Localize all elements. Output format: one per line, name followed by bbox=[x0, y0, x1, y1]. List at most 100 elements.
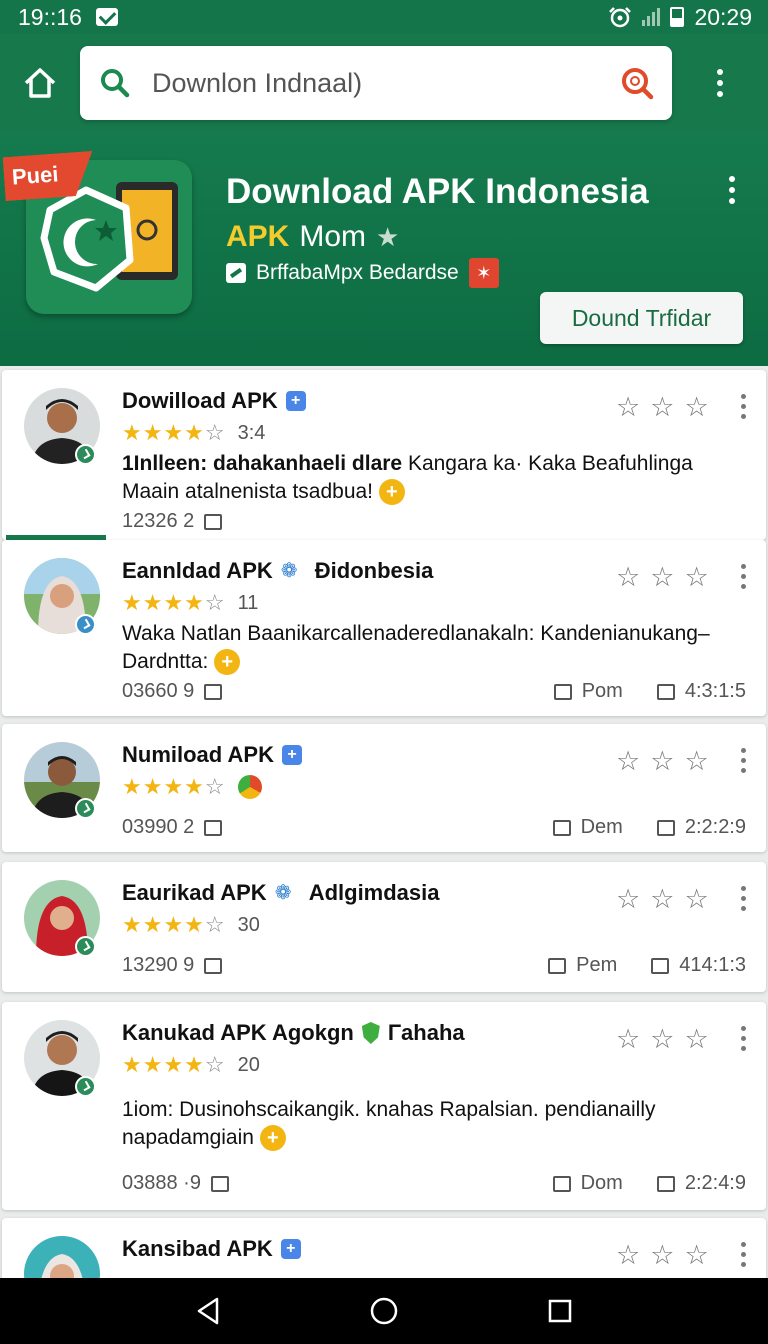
plus-icon[interactable]: + bbox=[214, 649, 241, 676]
card-footer: 03660 9 bbox=[122, 680, 223, 703]
star-icon[interactable]: ☆ bbox=[650, 746, 674, 777]
review-card[interactable]: Kanukad APK Agokgn Γahaha ★★★★☆ 20 1iom: D… bbox=[2, 1002, 766, 1210]
card-menu-icon[interactable] bbox=[738, 886, 748, 914]
star-icon[interactable]: ☆ bbox=[616, 392, 640, 423]
like-icon[interactable] bbox=[552, 1175, 571, 1192]
star-icon[interactable]: ☆ bbox=[650, 392, 674, 423]
search-bar[interactable]: Downlon Indnaal) bbox=[80, 46, 672, 120]
card-menu-icon[interactable] bbox=[738, 1242, 748, 1270]
meta-label: Dem bbox=[580, 816, 623, 838]
subtitle-text: Mom bbox=[299, 220, 367, 253]
download-button[interactable]: Dound Trfidar bbox=[540, 292, 743, 344]
thumb-icon[interactable] bbox=[204, 957, 223, 974]
rate-stars[interactable]: ☆ ☆ ☆ bbox=[616, 562, 709, 593]
avatar-badge-icon bbox=[75, 936, 96, 957]
star-icon[interactable]: ☆ bbox=[684, 884, 708, 915]
recents-icon[interactable] bbox=[545, 1296, 575, 1326]
rating-value: 3:4 bbox=[237, 421, 266, 444]
star-icon[interactable]: ☆ bbox=[684, 1024, 708, 1055]
rating-row: ★★★★☆ 11 bbox=[122, 590, 258, 616]
like-count: 13290 9 bbox=[122, 954, 195, 976]
home-nav-icon[interactable] bbox=[369, 1296, 399, 1326]
review-card[interactable]: Eannldad APK ❁ Đidonbesia ★★★★☆ 11 Waka Nat… bbox=[2, 540, 766, 716]
developer-name[interactable]: BrffabaMpx Bedardse bbox=[256, 261, 459, 285]
rate-stars[interactable]: ☆ ☆ ☆ bbox=[616, 746, 709, 777]
card-menu-icon[interactable] bbox=[738, 564, 748, 592]
star-icon: ★ bbox=[376, 221, 400, 252]
developer-row[interactable]: BrffabaMpx Bedardse ✶ bbox=[226, 258, 499, 288]
plus-icon[interactable]: + bbox=[378, 479, 405, 506]
rating-value: 11 bbox=[237, 591, 259, 614]
star-icon[interactable]: ☆ bbox=[650, 562, 674, 593]
like-count: 03660 9 bbox=[122, 680, 195, 702]
description-bold: 1Inlleen: dahakanhaeli dlare bbox=[122, 452, 403, 475]
flag-icon: ✶ bbox=[468, 258, 499, 288]
chart-icon[interactable] bbox=[651, 957, 670, 974]
rating-stars: ★★★★☆ bbox=[122, 912, 226, 937]
back-icon[interactable] bbox=[193, 1296, 223, 1326]
rating-row: ★★★★☆ bbox=[122, 774, 262, 800]
like-icon[interactable] bbox=[548, 957, 567, 974]
card-footer: 12326 2 bbox=[122, 510, 223, 533]
thumb-icon[interactable] bbox=[204, 513, 223, 530]
chrome-icon bbox=[237, 775, 262, 799]
star-icon[interactable]: ☆ bbox=[684, 392, 708, 423]
rating-value: 30 bbox=[237, 913, 260, 936]
review-card[interactable]: Eaurikad APK ❁ Adlgimdasia ★★★★☆ 30 13290 9… bbox=[2, 862, 766, 992]
star-icon[interactable]: ☆ bbox=[684, 562, 708, 593]
thumb-icon[interactable] bbox=[210, 1175, 229, 1192]
verified-icon: + bbox=[285, 391, 306, 411]
card-extra: Đidonbesia bbox=[314, 558, 434, 583]
card-footer: 03990 2 bbox=[122, 816, 223, 839]
card-title: Eaurikad APK ❁ Adlgimdasia bbox=[122, 880, 440, 906]
star-icon[interactable]: ☆ bbox=[650, 884, 674, 915]
rate-stars[interactable]: ☆ ☆ ☆ bbox=[616, 392, 709, 423]
star-icon[interactable]: ☆ bbox=[616, 1024, 640, 1055]
description-text: 1iom: Dusinohscaikangik. knahas Rapalsia… bbox=[122, 1098, 656, 1149]
like-count: 03990 2 bbox=[122, 816, 195, 838]
card-menu-icon[interactable] bbox=[738, 748, 748, 776]
rating-row: ★★★★☆ 3:4 bbox=[122, 420, 265, 446]
card-meta: Dem 2:2:2:9 bbox=[552, 816, 746, 839]
star-icon[interactable]: ☆ bbox=[650, 1024, 674, 1055]
rate-stars[interactable]: ☆ ☆ ☆ bbox=[616, 1024, 709, 1055]
chart-icon[interactable] bbox=[656, 683, 675, 700]
star-icon[interactable]: ☆ bbox=[684, 746, 708, 777]
search-input[interactable]: Downlon Indnaal) bbox=[152, 68, 620, 99]
rate-stars[interactable]: ☆ ☆ ☆ bbox=[616, 884, 709, 915]
star-icon[interactable]: ☆ bbox=[650, 1240, 674, 1271]
review-card[interactable]: Dowilload APK + ★★★★☆ 3:4 1Inlleen: dahaka… bbox=[2, 370, 766, 540]
plus-icon[interactable]: + bbox=[259, 1125, 286, 1152]
star-icon[interactable]: ☆ bbox=[616, 1240, 640, 1271]
thumb-icon[interactable] bbox=[204, 683, 223, 700]
star-icon[interactable]: ☆ bbox=[684, 1240, 708, 1271]
star-icon[interactable]: ☆ bbox=[616, 884, 640, 915]
meta-value: 2:2:4:9 bbox=[684, 1172, 746, 1194]
meta-value: 414:1:3 bbox=[679, 954, 746, 976]
rate-stars[interactable]: ☆ ☆ ☆ bbox=[616, 1240, 709, 1271]
card-menu-icon[interactable] bbox=[738, 1026, 748, 1054]
meta-label: Pom bbox=[581, 680, 623, 702]
card-name: Kansibad APK bbox=[122, 1236, 273, 1261]
review-card[interactable]: Numiload APK + ★★★★☆ 03990 2 Dem 2:2:2:9 ☆… bbox=[2, 724, 766, 852]
like-icon[interactable] bbox=[553, 683, 572, 700]
overflow-menu-icon[interactable] bbox=[672, 34, 768, 132]
like-icon[interactable] bbox=[552, 819, 571, 836]
card-name: Eaurikad APK bbox=[122, 880, 267, 905]
chart-icon[interactable] bbox=[656, 1175, 675, 1192]
star-icon[interactable]: ☆ bbox=[616, 562, 640, 593]
home-button[interactable] bbox=[0, 34, 80, 132]
app-bar: Downlon Indnaal) bbox=[0, 34, 768, 132]
card-meta: Pem 414:1:3 bbox=[548, 954, 746, 977]
thumb-icon[interactable] bbox=[204, 819, 223, 836]
rating-stars: ★★★★☆ bbox=[122, 774, 226, 799]
card-description: 1iom: Dusinohscaikangik. knahas Rapalsia… bbox=[122, 1096, 742, 1152]
voice-search-icon[interactable] bbox=[620, 66, 654, 100]
globe-icon: ❁ bbox=[274, 882, 292, 904]
description-text: Waka Natlan Baanikarcallenaderedlanakaln… bbox=[122, 622, 710, 673]
hero-menu-icon[interactable] bbox=[716, 176, 748, 212]
card-description: Waka Natlan Baanikarcallenaderedlanakaln… bbox=[122, 620, 742, 676]
card-menu-icon[interactable] bbox=[738, 394, 748, 422]
star-icon[interactable]: ☆ bbox=[616, 746, 640, 777]
chart-icon[interactable] bbox=[656, 819, 675, 836]
